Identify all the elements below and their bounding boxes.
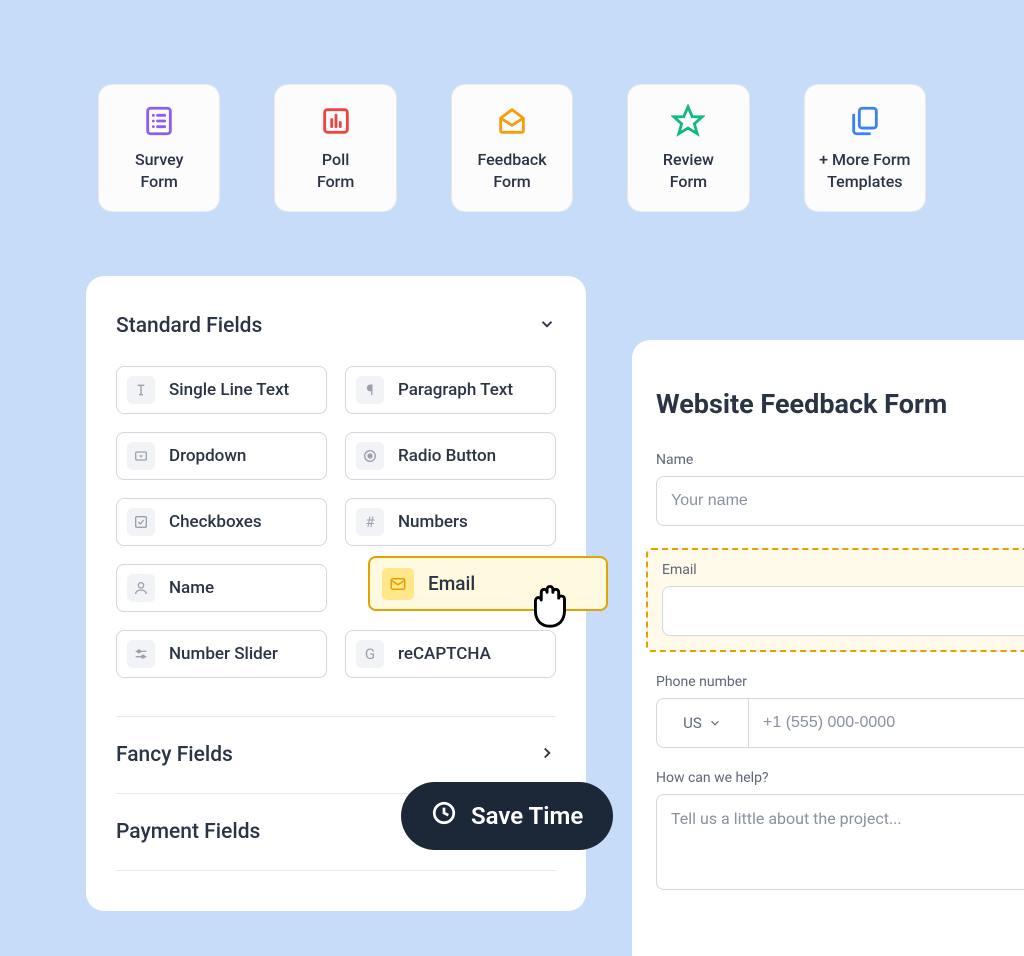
- field-single-line-text[interactable]: Single Line Text: [116, 366, 327, 414]
- email-label: Email: [662, 562, 1024, 578]
- field-name[interactable]: Name: [116, 564, 327, 612]
- chart-icon: [318, 103, 354, 139]
- field-recaptcha[interactable]: G reCAPTCHA: [345, 630, 556, 678]
- field-dropdown[interactable]: Dropdown: [116, 432, 327, 480]
- field-radio-button[interactable]: Radio Button: [345, 432, 556, 480]
- template-label: SurveyForm: [135, 149, 184, 192]
- template-label: + More FormTemplates: [819, 149, 910, 192]
- clock-icon: [431, 800, 457, 832]
- phone-group: Phone number US: [656, 674, 1024, 748]
- text-icon: [127, 376, 155, 404]
- template-label: ReviewForm: [663, 149, 714, 192]
- envelope-icon: [494, 103, 530, 139]
- chevron-down-icon: [538, 315, 556, 337]
- phone-country-select[interactable]: US: [656, 698, 748, 748]
- template-feedback[interactable]: FeedbackForm: [451, 84, 573, 212]
- name-input[interactable]: [656, 476, 1024, 526]
- fancy-fields-header[interactable]: Fancy Fields: [86, 717, 586, 767]
- hash-icon: #: [356, 508, 384, 536]
- star-icon: [670, 103, 706, 139]
- field-checkboxes[interactable]: Checkboxes: [116, 498, 327, 546]
- dropdown-icon: [127, 442, 155, 470]
- email-drop-zone[interactable]: Email: [646, 548, 1024, 652]
- radio-icon: [356, 442, 384, 470]
- field-numbers[interactable]: # Numbers: [345, 498, 556, 546]
- save-time-pill[interactable]: Save Time: [401, 782, 613, 850]
- phone-input[interactable]: [748, 698, 1024, 748]
- field-label: Single Line Text: [169, 380, 289, 400]
- save-time-label: Save Time: [471, 802, 583, 830]
- person-icon: [127, 574, 155, 602]
- section-title: Fancy Fields: [116, 743, 233, 767]
- template-label: FeedbackForm: [477, 149, 546, 192]
- field-number-slider[interactable]: Number Slider: [116, 630, 327, 678]
- chevron-down-icon: [708, 716, 722, 730]
- field-label: Paragraph Text: [398, 380, 513, 400]
- field-label: Checkboxes: [169, 512, 262, 532]
- field-label: Dropdown: [169, 446, 246, 466]
- template-label: PollForm: [317, 149, 354, 192]
- field-label: Radio Button: [398, 446, 496, 466]
- name-group: Name: [656, 452, 1024, 526]
- paragraph-icon: ¶: [356, 376, 384, 404]
- form-preview: Website Feedback Form Name Email Phone n…: [632, 340, 1024, 956]
- copy-icon: [847, 103, 883, 139]
- templates-row: SurveyForm PollForm FeedbackForm ReviewF…: [0, 0, 1024, 212]
- template-poll[interactable]: PollForm: [274, 84, 396, 212]
- template-survey[interactable]: SurveyForm: [98, 84, 220, 212]
- field-label: Number Slider: [169, 644, 278, 664]
- phone-prefix-value: US: [683, 714, 702, 732]
- help-textarea[interactable]: [656, 794, 1024, 890]
- fields-grid: Single Line Text ¶ Paragraph Text Dropdo…: [86, 338, 586, 690]
- name-label: Name: [656, 452, 1024, 468]
- template-more[interactable]: + More FormTemplates: [804, 84, 926, 212]
- divider: [116, 870, 556, 871]
- template-review[interactable]: ReviewForm: [627, 84, 749, 212]
- field-label: Name: [169, 578, 214, 598]
- field-label: Numbers: [398, 512, 468, 532]
- help-group: How can we help?: [656, 770, 1024, 894]
- section-title: Payment Fields: [116, 820, 260, 844]
- email-input[interactable]: [662, 586, 1024, 636]
- section-title: Standard Fields: [116, 314, 262, 338]
- chevron-right-icon: [538, 744, 556, 766]
- phone-label: Phone number: [656, 674, 1024, 690]
- checkbox-icon: [127, 508, 155, 536]
- field-label: Email: [428, 572, 475, 595]
- mail-icon: [382, 568, 414, 600]
- form-title: Website Feedback Form: [656, 388, 1024, 420]
- help-label: How can we help?: [656, 770, 1024, 786]
- field-paragraph-text[interactable]: ¶ Paragraph Text: [345, 366, 556, 414]
- grab-cursor-icon: [518, 570, 580, 636]
- list-icon: [141, 103, 177, 139]
- field-label: reCAPTCHA: [398, 644, 491, 664]
- standard-fields-header[interactable]: Standard Fields: [86, 314, 586, 338]
- slider-icon: [127, 640, 155, 668]
- captcha-icon: G: [356, 640, 384, 668]
